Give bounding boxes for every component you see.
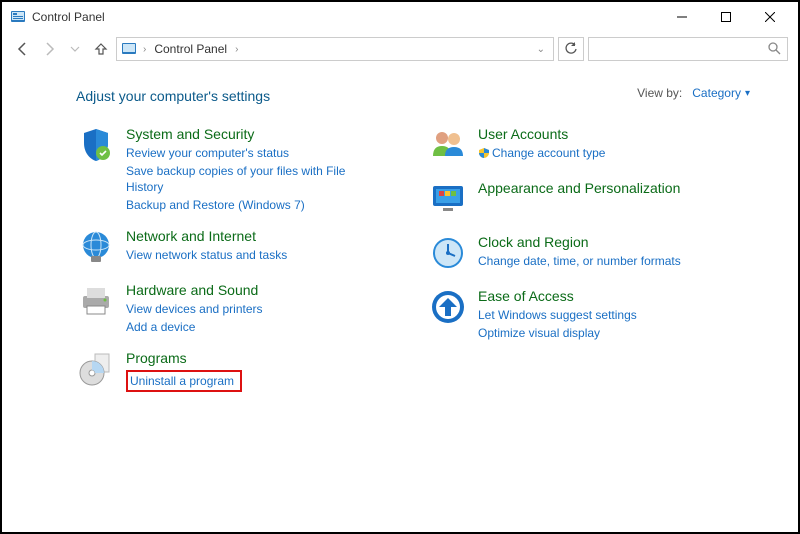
people-icon[interactable] <box>428 126 468 166</box>
view-by-label: View by: <box>637 86 682 100</box>
subitem-uninstall-program[interactable]: Uninstall a program <box>126 370 242 392</box>
category-appearance-personalization: Appearance and Personalization <box>428 180 728 220</box>
chevron-right-icon[interactable]: › <box>141 44 148 55</box>
category-programs: Programs Uninstall a program <box>76 350 376 392</box>
up-button[interactable] <box>90 38 112 60</box>
search-input[interactable] <box>588 37 788 61</box>
chevron-down-icon: ▾ <box>745 88 750 99</box>
close-button[interactable] <box>748 3 792 31</box>
category-clock-region: Clock and Region Change date, time, or n… <box>428 234 728 274</box>
category-title[interactable]: Appearance and Personalization <box>478 180 728 196</box>
disc-icon[interactable] <box>76 350 116 390</box>
search-icon <box>767 41 781 58</box>
printer-icon[interactable] <box>76 282 116 322</box>
subitem-link[interactable]: View devices and printers <box>126 300 376 318</box>
window-title: Control Panel <box>32 10 105 24</box>
refresh-button[interactable] <box>558 37 584 61</box>
content: Adjust your computer's settings System a… <box>2 66 798 416</box>
ease-of-access-icon[interactable] <box>428 288 468 328</box>
control-panel-icon <box>10 9 26 25</box>
maximize-button[interactable] <box>704 3 748 31</box>
chevron-down-icon[interactable]: ⌄ <box>537 44 549 55</box>
forward-button[interactable] <box>38 38 60 60</box>
subitem-link[interactable]: Change date, time, or number formats <box>478 252 728 270</box>
minimize-button[interactable] <box>660 3 704 31</box>
category-system-security: System and Security Review your computer… <box>76 126 376 214</box>
right-column: User Accounts Change account type Appear… <box>428 126 728 406</box>
subitem-link[interactable]: Change account type <box>478 144 728 164</box>
control-panel-icon <box>121 41 137 57</box>
category-hardware-sound: Hardware and Sound View devices and prin… <box>76 282 376 336</box>
category-title[interactable]: User Accounts <box>478 126 728 142</box>
subitem-link[interactable]: Optimize visual display <box>478 324 728 342</box>
subitem-link[interactable]: View network status and tasks <box>126 246 376 264</box>
titlebar: Control Panel <box>2 2 798 32</box>
category-title[interactable]: Clock and Region <box>478 234 728 250</box>
view-by-value: Category <box>692 86 741 100</box>
globe-icon[interactable] <box>76 228 116 268</box>
category-user-accounts: User Accounts Change account type <box>428 126 728 166</box>
uac-shield-icon <box>478 147 490 163</box>
category-network-internet: Network and Internet View network status… <box>76 228 376 268</box>
category-title[interactable]: Hardware and Sound <box>126 282 376 298</box>
subitem-link[interactable]: Save backup copies of your files with Fi… <box>126 162 376 196</box>
left-column: System and Security Review your computer… <box>76 126 376 406</box>
subitem-link[interactable]: Review your computer's status <box>126 144 376 162</box>
view-by-selector[interactable]: View by: Category ▾ <box>637 86 750 100</box>
subitem-link[interactable]: Add a device <box>126 318 376 336</box>
category-title[interactable]: Ease of Access <box>478 288 728 304</box>
chevron-right-icon[interactable]: › <box>233 44 240 55</box>
navbar: › Control Panel › ⌄ <box>2 32 798 66</box>
category-title[interactable]: Network and Internet <box>126 228 376 244</box>
clock-icon[interactable] <box>428 234 468 274</box>
category-title[interactable]: Programs <box>126 350 376 366</box>
subitem-link[interactable]: Let Windows suggest settings <box>478 306 728 324</box>
shield-icon[interactable] <box>76 126 116 166</box>
monitor-icon[interactable] <box>428 180 468 220</box>
address-bar[interactable]: › Control Panel › ⌄ <box>116 37 554 61</box>
category-ease-of-access: Ease of Access Let Windows suggest setti… <box>428 288 728 342</box>
category-title[interactable]: System and Security <box>126 126 376 142</box>
back-button[interactable] <box>12 38 34 60</box>
breadcrumb-root[interactable]: Control Panel <box>152 42 229 56</box>
recent-locations-button[interactable] <box>64 38 86 60</box>
subitem-link[interactable]: Backup and Restore (Windows 7) <box>126 196 376 214</box>
